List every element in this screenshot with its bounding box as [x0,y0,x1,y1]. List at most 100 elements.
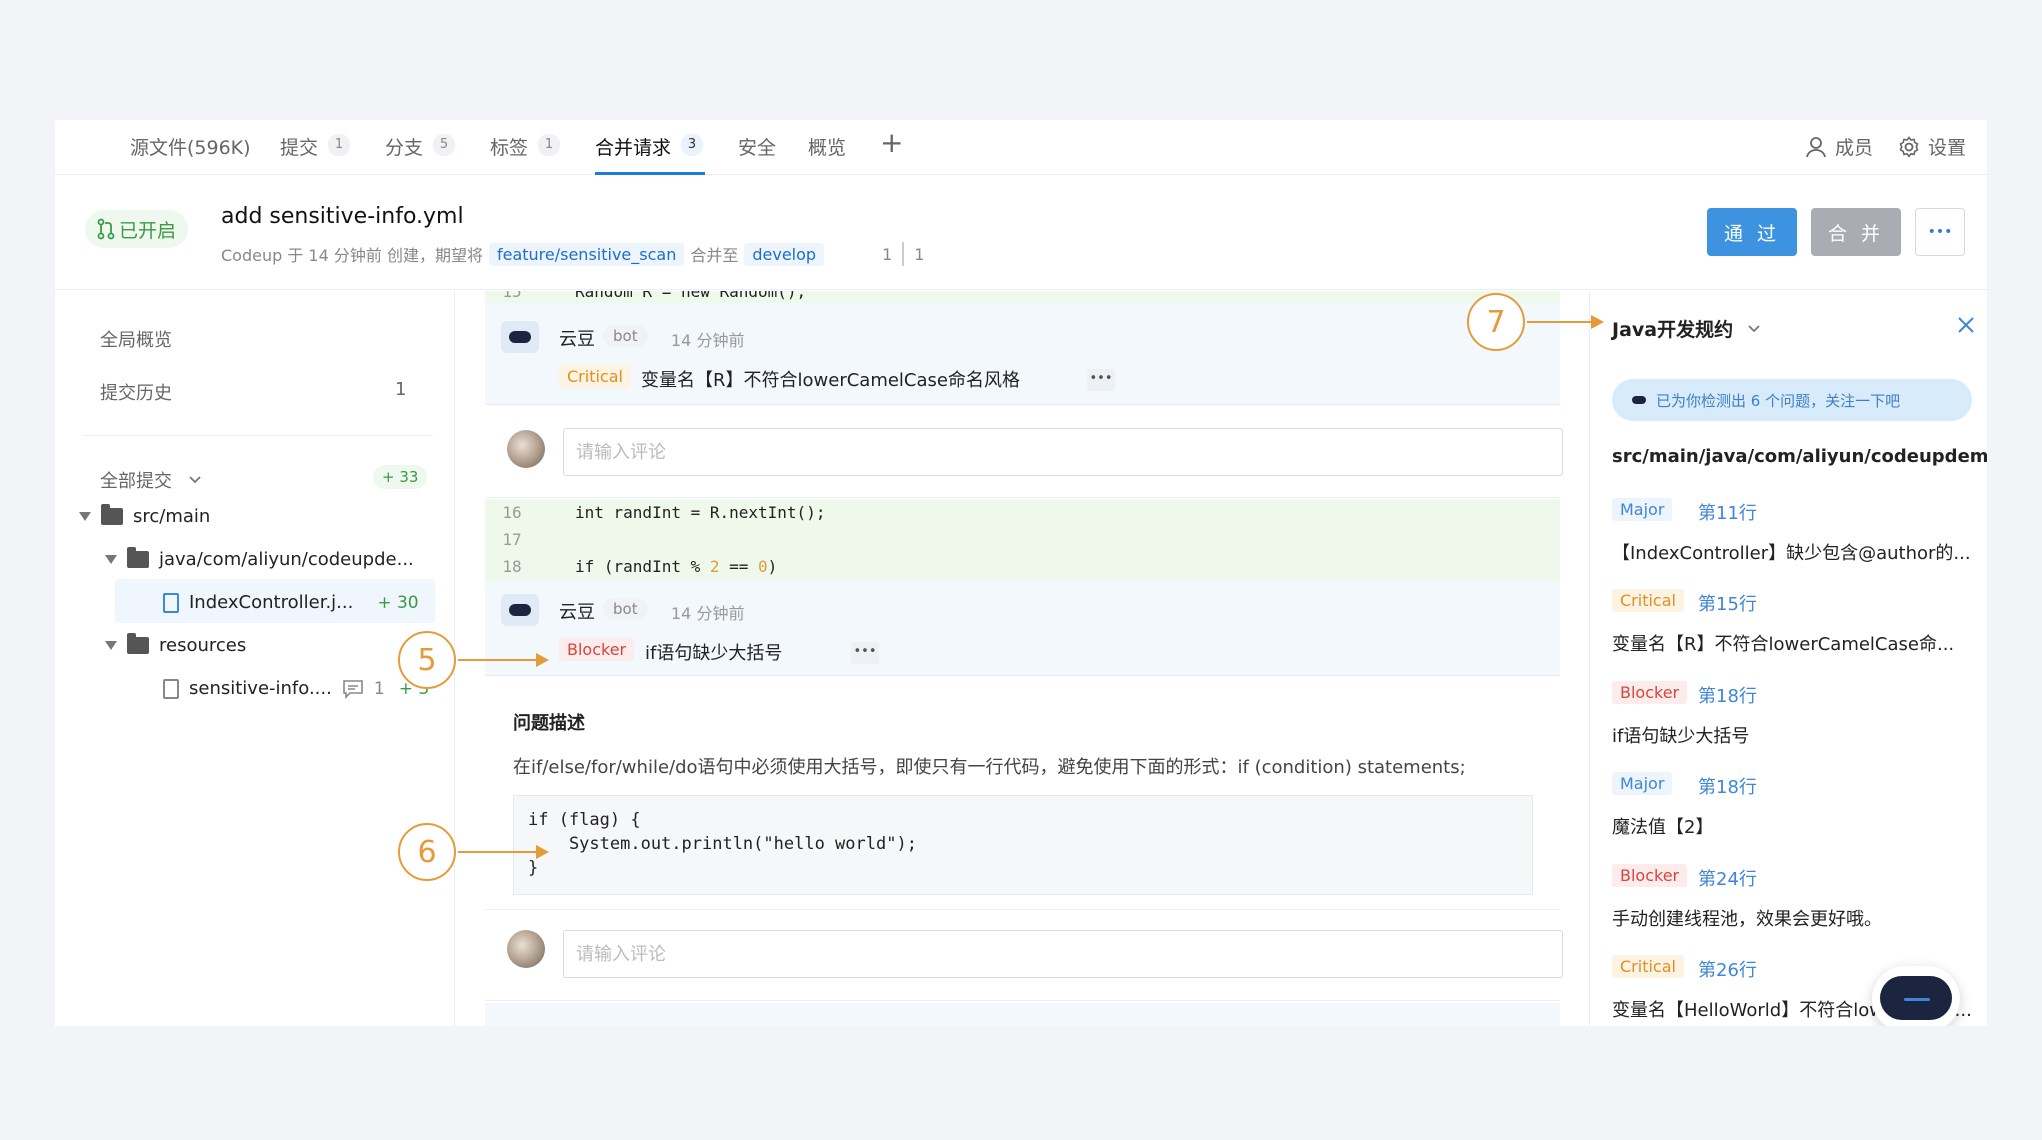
add-tab-button[interactable]: + [880,126,903,168]
comment-composer: 请输入评论 [485,406,1563,498]
all-commits-dropdown[interactable]: 全部提交 [100,467,202,493]
arrow-head-icon [536,845,549,859]
bot-avatar [501,321,539,353]
folder-icon [127,547,149,568]
issues-notice: 已为你检测出 6 个问题，关注一下吧 [1612,379,1972,421]
diff-view: 15 Random R = new Random(); 云豆 bot 14 分钟… [485,291,1565,1026]
avatar [507,430,545,468]
added-lines-badge: + 33 [373,465,428,489]
comment-input[interactable]: 请输入评论 [563,930,1563,978]
members-link[interactable]: 成员 [1805,133,1873,160]
commit-behind-count: 1 [882,244,893,264]
status-badge: 已开启 [85,210,189,248]
issue-description: 问题描述 在if/else/for/while/do语句中必须使用大括号，即使只… [485,677,1560,909]
annotation-5: 5 [398,631,456,689]
issue-line-link[interactable]: 第24行 [1698,865,1757,891]
comment-count: 1 [373,678,385,699]
tab-merge-requests[interactable]: 合并请求 3 [595,133,706,175]
severity-badge: Blocker [1612,864,1688,887]
settings-link[interactable]: 设置 [1898,133,1966,160]
comment-time: 14 分钟前 [671,604,745,623]
severity-badge: Major [1612,772,1673,795]
assistant-bot-button[interactable] [1872,966,1960,1026]
comment-composer: 请输入评论 [485,909,1563,1001]
tab-source[interactable]: 源文件(596K) [130,133,251,175]
chevron-down-icon [189,476,201,484]
annotation-arrow [458,659,538,661]
tab-overview[interactable]: 概览 [808,133,846,175]
ahead-behind-divider [902,242,905,266]
expand-triangle-icon [79,512,91,521]
merge-button[interactable]: 合 并 [1811,208,1901,256]
annotation-7: 7 [1467,293,1525,351]
comment-time: 14 分钟前 [671,331,745,350]
tree-folder-java[interactable]: java/com/aliyun/codeupde... [105,547,414,570]
bot-avatar [501,594,539,626]
added-lines: + 30 [377,592,419,613]
target-branch[interactable]: develop [744,242,825,266]
ruleset-dropdown[interactable]: Java开发规约 [1612,315,1761,342]
tree-folder-resources[interactable]: resources [105,633,246,656]
chevron-down-icon [1748,324,1760,332]
severity-badge: Major [1612,498,1673,521]
mr-meta: Codeup 于 14 分钟前 创建，期望将 feature/sensitive… [221,242,924,266]
issue-line-link[interactable]: 第15行 [1698,590,1757,616]
comment-author: 云豆 [559,329,595,350]
annotation-arrow [1527,321,1593,323]
approve-button[interactable]: 通 过 [1707,208,1797,256]
avatar [507,930,545,968]
comment-author: 云豆 [559,602,595,623]
source-branch[interactable]: feature/sensitive_scan [488,242,685,266]
code-review-panel: Java开发规约 已为你检测出 6 个问题，关注一下吧 src/main/jav… [1589,291,1987,1026]
commit-history-link[interactable]: 提交历史 [100,379,172,405]
comment-message: 变量名【R】不符合lowerCamelCase命名风格 [641,370,1020,391]
arrow-head-icon [536,653,549,667]
tree-file-indexcontroller[interactable]: IndexController.j... + 30 [163,592,419,613]
comment-more-button[interactable]: ••• [1087,369,1115,391]
tab-count: 3 [681,134,704,156]
page-title: add sensitive-info.yml [221,204,464,229]
global-overview-link[interactable]: 全局概览 [100,326,172,352]
user-icon [1806,136,1826,157]
commit-ahead-count: 1 [914,244,925,264]
merge-branch-icon [97,218,115,240]
issue-text: 变量名【R】不符合lowerCamelCase命... [1612,634,1955,655]
folder-icon [127,633,149,654]
arrow-head-icon [1591,315,1604,329]
review-comment: 云豆 bot 14 分钟前 Blocker if语句缺少大括号 ••• [485,580,1560,676]
more-actions-button[interactable]: ••• [1915,208,1965,256]
file-path[interactable]: src/main/java/com/aliyun/codeupdem... [1612,446,1987,467]
tab-branches[interactable]: 分支 5 [385,133,456,175]
annotation-arrow [458,851,538,853]
issue-line-link[interactable]: 第18行 [1698,682,1757,708]
issue-text: if语句缺少大括号 [1612,726,1750,747]
tree-file-sensitive-info[interactable]: sensitive-info.... 1 + 3 [163,678,429,699]
merge-request-header: 已开启 add sensitive-info.yml Codeup 于 14 分… [55,176,1987,290]
tree-folder-src-main[interactable]: src/main [79,504,210,527]
issue-line-link[interactable]: 第26行 [1698,956,1757,982]
issue-text: 【IndexController】缺少包含@author的... [1612,543,1971,564]
expand-triangle-icon [105,641,117,650]
tab-count: 5 [433,134,456,156]
tab-security[interactable]: 安全 [738,133,776,175]
file-icon [163,678,179,699]
file-icon [163,592,179,613]
issue-line-link[interactable]: 第18行 [1698,773,1757,799]
close-icon[interactable] [1956,315,1976,335]
severity-badge: Critical [559,365,631,388]
folder-icon [101,504,123,525]
comment-more-button[interactable]: ••• [851,642,879,664]
comment-input[interactable]: 请输入评论 [563,428,1563,476]
description-text: 在if/else/for/while/do语句中必须使用大括号，即使只有一行代码… [513,757,1466,778]
gear-icon [1899,135,1919,158]
comment-message: if语句缺少大括号 [645,643,783,664]
code-line: 18 if (randInt % 2 == 0) [485,553,1560,580]
annotation-6: 6 [398,823,456,881]
code-line: 17 [485,526,1560,553]
history-count: 1 [395,379,407,400]
tab-commits[interactable]: 提交 1 [280,133,351,175]
divider [83,435,433,436]
tab-tags[interactable]: 标签 1 [490,133,561,175]
issue-line-link[interactable]: 第11行 [1698,499,1757,525]
severity-badge: Critical [1612,955,1684,978]
